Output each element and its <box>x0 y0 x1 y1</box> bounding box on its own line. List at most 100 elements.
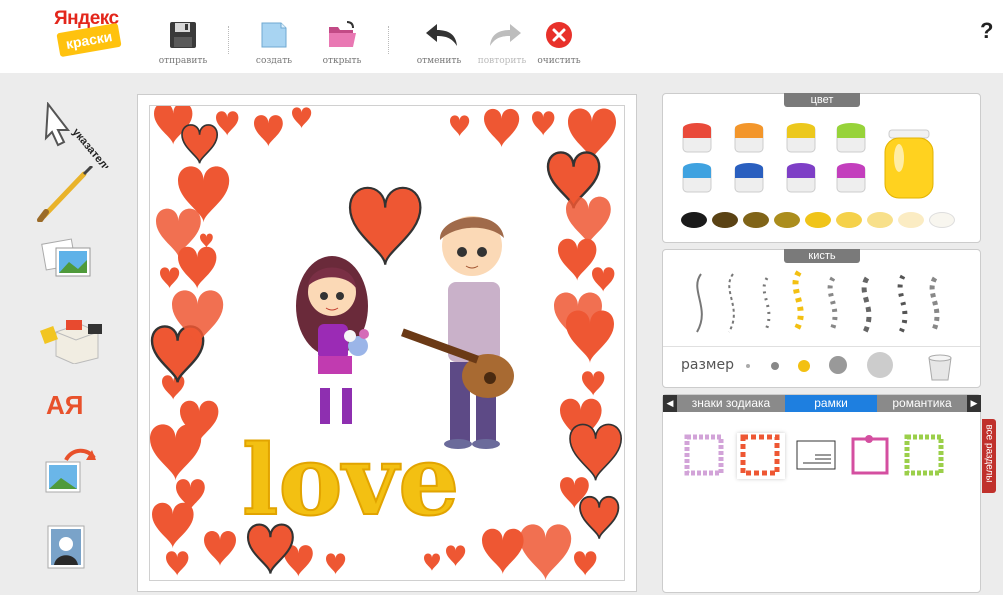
text-icon: АЯ <box>46 390 83 420</box>
redo-arrow-icon <box>487 20 521 50</box>
size-tiny[interactable] <box>746 364 750 368</box>
tabs-left-arrow[interactable]: ◀ <box>663 395 677 412</box>
floppy-disk-icon <box>168 20 198 50</box>
swatch-8[interactable] <box>898 212 924 228</box>
brush-line <box>696 273 703 333</box>
clear-x-icon <box>544 20 574 50</box>
selected-color-jar <box>881 122 937 202</box>
top-toolbar: Яндекс краски отправить создать открыть … <box>0 0 1003 73</box>
create-button[interactable]: создать <box>242 20 306 66</box>
swatch-9[interactable] <box>929 212 955 228</box>
canvas-area[interactable]: love <box>149 105 625 581</box>
create-label: создать <box>255 56 293 66</box>
frame-stamp-1[interactable] <box>683 433 727 479</box>
stamps-icon <box>40 320 102 365</box>
swatch-3[interactable] <box>743 212 769 228</box>
girl-character <box>296 256 369 424</box>
new-file-icon <box>259 20 289 50</box>
boy-character <box>401 216 514 449</box>
stamps-panel: ◀ знаки зодиака рамки романтика ▶ <box>662 394 981 593</box>
open-button[interactable]: открыть <box>310 20 374 66</box>
pointer-label: указатель <box>70 126 114 168</box>
portrait-icon <box>47 525 85 569</box>
valentine-picture: love <box>150 106 623 580</box>
separator <box>388 26 389 54</box>
brush-icon <box>37 164 94 223</box>
all-sections-label: все разделы <box>983 424 995 483</box>
swatch-1[interactable] <box>681 212 707 228</box>
folder-open-icon <box>327 20 357 50</box>
clear-label: очистить <box>537 56 581 66</box>
tab-frames[interactable]: рамки <box>785 395 877 412</box>
all-sections-tab[interactable]: все разделы <box>982 419 996 493</box>
frame-stamp-5[interactable] <box>903 433 947 479</box>
frame-stamp-4[interactable] <box>849 433 893 479</box>
stamps-tool[interactable] <box>36 314 120 374</box>
undo-arrow-icon <box>424 20 457 50</box>
rotate-icon <box>45 448 96 493</box>
open-label: открыть <box>322 56 362 66</box>
swatch-4[interactable] <box>774 212 800 228</box>
send-button[interactable]: отправить <box>151 20 215 66</box>
tab-romance[interactable]: романтика <box>877 395 967 412</box>
paint-pot-3[interactable] <box>783 120 819 154</box>
pointer-tool[interactable]: указатель <box>36 101 120 176</box>
text-tool-glyph: АЯ <box>46 390 83 420</box>
paint-pot-1[interactable] <box>679 120 715 154</box>
color-panel: цвет <box>662 93 981 243</box>
paint-pot-7[interactable] <box>783 160 819 194</box>
drawing-canvas[interactable]: love <box>137 94 637 592</box>
undo-button[interactable]: отменить <box>407 20 471 66</box>
images-icon <box>41 238 91 277</box>
love-text: love <box>242 424 459 537</box>
brush-squares <box>861 276 872 334</box>
divider <box>663 346 980 347</box>
brush-panel: кисть размер <box>662 249 981 388</box>
color-panel-title: цвет <box>784 93 860 107</box>
size-medium-selected[interactable] <box>798 360 810 372</box>
size-xlarge[interactable] <box>867 352 893 378</box>
paint-bucket-icon <box>928 354 952 381</box>
frame-stamp-3[interactable] <box>795 439 837 471</box>
love-text-hearts: love <box>241 423 460 538</box>
size-label: размер <box>681 357 734 373</box>
rotate-tool[interactable] <box>36 446 120 506</box>
background-tool[interactable] <box>36 522 120 582</box>
stamp-tabs: ◀ знаки зодиака рамки романтика ▶ <box>663 395 981 412</box>
paint-pot-4[interactable] <box>833 120 869 154</box>
redo-label: повторить <box>477 56 527 66</box>
size-large[interactable] <box>829 356 847 374</box>
swatch-5[interactable] <box>805 212 831 228</box>
brush-sparkle <box>762 277 771 333</box>
brush-panel-title: кисть <box>784 249 860 263</box>
send-label: отправить <box>158 56 208 66</box>
cursor-icon: указатель <box>44 101 114 176</box>
help-button[interactable]: ? <box>980 18 993 44</box>
swatch-7[interactable] <box>867 212 893 228</box>
brush-dotted <box>728 273 735 333</box>
brush-shells <box>929 276 940 334</box>
images-tool[interactable] <box>36 236 120 296</box>
brush-flowers <box>827 276 838 334</box>
brush-styles[interactable] <box>683 268 973 342</box>
brush-stars <box>897 274 908 334</box>
swatch-6[interactable] <box>836 212 862 228</box>
bucket-fill-button[interactable] <box>923 350 963 382</box>
tab-zodiac[interactable]: знаки зодиака <box>677 395 785 412</box>
paint-pot-8[interactable] <box>833 160 869 194</box>
tabs-right-arrow[interactable]: ▶ <box>967 395 981 412</box>
paint-pot-2[interactable] <box>731 120 767 154</box>
yandex-kraski-logo[interactable]: Яндекс краски <box>52 8 122 64</box>
redo-button[interactable]: повторить <box>470 20 534 66</box>
brush-hearts <box>792 270 804 334</box>
undo-label: отменить <box>416 56 462 66</box>
paint-pot-5[interactable] <box>679 160 715 194</box>
brush-tool[interactable] <box>36 164 120 226</box>
paint-pot-6[interactable] <box>731 160 767 194</box>
frame-stamp-2[interactable] <box>737 433 785 479</box>
text-tool[interactable]: АЯ <box>36 384 120 444</box>
swatch-2[interactable] <box>712 212 738 228</box>
size-small[interactable] <box>771 362 779 370</box>
clear-button[interactable]: очистить <box>527 20 591 66</box>
separator <box>228 26 229 54</box>
